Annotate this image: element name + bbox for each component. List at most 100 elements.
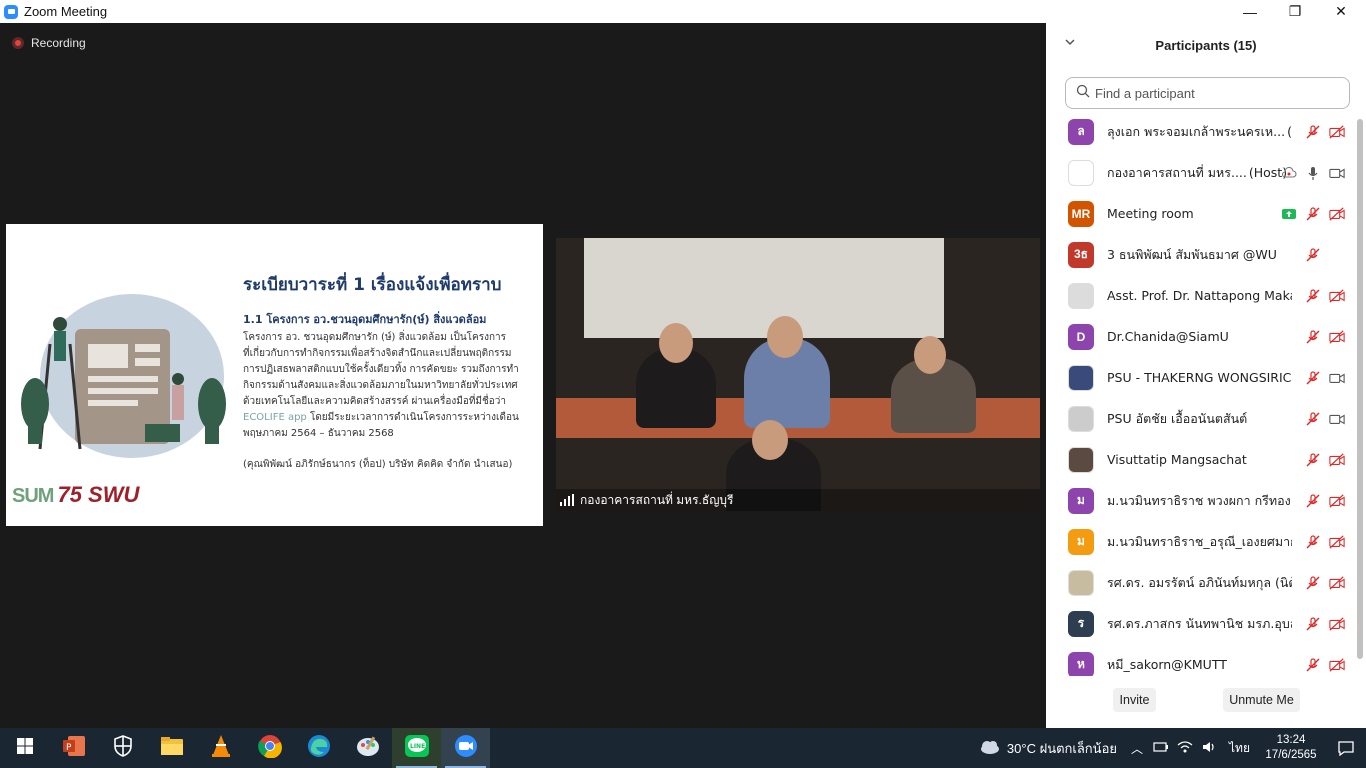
participant-name-text: PSU อัตชัย เอื้ออนันตสันต์ [1107, 410, 1248, 426]
participant-name: PSU อัตชัย เอื้ออนันตสันต์ [1107, 409, 1292, 429]
swu-logo: 75 SWU [57, 482, 140, 507]
participants-title: Participants (15) [1155, 38, 1257, 53]
mic-muted-icon [1305, 493, 1321, 509]
participant-row[interactable]: Visuttatip Mangsachat [1046, 439, 1353, 480]
participant-avatar: 3ธ [1068, 241, 1094, 268]
battery-icon[interactable] [1153, 741, 1169, 756]
share-screen-icon [1281, 206, 1297, 222]
zoom-app-icon [4, 4, 18, 19]
chevron-up-icon[interactable]: ︿ [1131, 740, 1143, 757]
taskbar-paint-button[interactable] [343, 728, 392, 768]
network-icon[interactable] [1177, 740, 1193, 757]
participant-name: รศ.ดร.ภาสกร นันทพานิช มรภ.อุบลร... [1107, 614, 1292, 634]
slide-subtitle: 1.1 โครงการ อว.ชวนอุดมศึกษารัก(ษ์) สิ่งแ… [243, 313, 487, 326]
taskbar-edge-button[interactable] [294, 728, 343, 768]
participant-row[interactable]: รศ.ดร. อมรรัตน์ อภินันท์มหกุล (นิด้า) [1046, 562, 1353, 603]
participant-video[interactable]: กองอาคารสถานที่ มหร.ธัญบุรี [556, 238, 1040, 511]
notification-icon[interactable] [1326, 740, 1366, 756]
participant-status-icons [1305, 603, 1345, 644]
cloud-icon [1281, 165, 1297, 181]
slide-body-line: ที่เกี่ยวกับการทำกิจกรรมเพื่อสร้างจิตสำน… [243, 348, 512, 359]
volume-icon[interactable] [1201, 740, 1217, 757]
participant-list-scrollbar[interactable] [1357, 119, 1363, 659]
taskbar-line-button[interactable]: LINE [392, 728, 441, 768]
clock[interactable]: 13:24 17/6/2565 [1256, 733, 1326, 763]
slide-body-line: กิจกรรมด้านสังคมและสิ่งแวดล้อมภายในมหาวิ… [243, 380, 518, 391]
participant-row[interactable]: ร รศ.ดร.ภาสกร นันทพานิช มรภ.อุบลร... [1046, 603, 1353, 644]
weather-text[interactable]: 30°C ฝนตกเล็กน้อย [1007, 738, 1117, 759]
participant-name: PSU - THAKERNG WONGSIRIC... [1107, 370, 1292, 385]
participant-name-text: 3 ธนพิพัฒน์ สัมพันธมาศ @WU [1107, 246, 1277, 262]
participant-name-text: หมี_sakorn@KMUTT [1107, 656, 1227, 672]
participant-status-icons [1281, 152, 1345, 193]
line-icon: LINE [404, 734, 430, 763]
participant-row[interactable]: Asst. Prof. Dr. Nattapong Maka... [1046, 275, 1353, 316]
participant-avatar: ล [1068, 118, 1094, 145]
slide-body-line: โครงการ อว. ชวนอุดมศึกษารัก (ษ์) สิ่งแวด… [243, 332, 507, 343]
mic-muted-icon [1305, 452, 1321, 468]
invite-button[interactable]: Invite [1113, 688, 1156, 712]
mic-muted-icon [1305, 411, 1321, 427]
participant-name: ม.นวมินทราธิราช_อรุณี_เองยศมาก [1107, 532, 1292, 552]
maximize-button[interactable]: ❐ [1272, 0, 1318, 23]
participant-row[interactable]: D Dr.Chanida@SiamU [1046, 316, 1353, 357]
taskbar-file-explorer-button[interactable] [147, 728, 196, 768]
participant-avatar: D [1068, 323, 1094, 350]
participant-status-icons [1305, 562, 1345, 603]
participant-name-text: ลุงเอก พระจอมเกล้าพระนครเห... [1107, 123, 1286, 139]
participant-row[interactable]: ล ลุงเอก พระจอมเกล้าพระนครเห...(Me) [1046, 111, 1353, 152]
chrome-icon [257, 734, 282, 763]
taskbar-chrome-button[interactable] [245, 728, 294, 768]
participant-name: หมี_sakorn@KMUTT [1107, 655, 1292, 675]
participant-avatar: ม [1068, 528, 1094, 555]
minimize-button[interactable]: — [1227, 0, 1273, 23]
participant-row[interactable]: PSU - THAKERNG WONGSIRIC... [1046, 357, 1353, 398]
participant-row[interactable]: MR Meeting room [1046, 193, 1353, 234]
participant-name-text: Dr.Chanida@SiamU [1107, 329, 1229, 344]
participant-row[interactable]: 3ธ 3 ธนพิพัฒน์ สัมพันธมาศ @WU [1046, 234, 1353, 275]
start-icon [16, 737, 34, 760]
mic-muted-icon [1305, 370, 1321, 386]
participant-search-box[interactable] [1065, 77, 1350, 109]
slide-body-line: ECOLIFE app โดยมีระยะเวลาการดำเนินโครงกา… [243, 410, 533, 426]
paint-icon [356, 734, 380, 763]
taskbar-start-button[interactable] [0, 728, 49, 768]
chevron-down-icon[interactable] [1064, 36, 1076, 51]
participant-name: 3 ธนพิพัฒน์ สัมพันธมาศ @WU [1107, 245, 1292, 265]
unmute-me-button[interactable]: Unmute Me [1223, 688, 1300, 712]
participant-status-icons [1305, 480, 1345, 521]
participant-name: Dr.Chanida@SiamU [1107, 329, 1292, 344]
participant-row[interactable]: ม ม.นวมินทราธิราช พวงผกา กรีทอง [1046, 480, 1353, 521]
video-off-icon [1329, 206, 1345, 222]
participant-name: Visuttatip Mangsachat [1107, 452, 1292, 467]
participant-avatar [1068, 446, 1094, 473]
signal-strength-icon [560, 494, 574, 506]
recording-label: Recording [31, 36, 86, 50]
slide-body-line: พฤษภาคม 2564 – ธันวาคม 2568 [243, 428, 394, 439]
weather-icon[interactable] [979, 739, 1001, 758]
participant-row[interactable]: ม ม.นวมินทราธิราช_อรุณี_เองยศมาก [1046, 521, 1353, 562]
close-button[interactable]: ✕ [1318, 0, 1364, 23]
search-input[interactable] [1095, 85, 1335, 101]
vlc-icon [210, 734, 232, 763]
taskbar-security-button[interactable] [98, 728, 147, 768]
participant-name: กองอาคารสถานที่ มหร.... (Host) [1107, 163, 1292, 183]
participant-name: ลุงเอก พระจอมเกล้าพระนครเห...(Me) [1107, 122, 1292, 142]
taskbar-powerpoint-button[interactable]: P [49, 728, 98, 768]
participant-row[interactable]: ห หมี_sakorn@KMUTT [1046, 644, 1353, 676]
taskbar-zoom-button[interactable] [441, 728, 490, 768]
video-off-icon [1329, 124, 1345, 140]
svg-text:LINE: LINE [410, 743, 425, 750]
participant-row[interactable]: PSU อัตชัย เอื้ออนันตสันต์ [1046, 398, 1353, 439]
recording-indicator[interactable]: Recording [12, 36, 86, 50]
taskbar-apps: P LINE [0, 728, 490, 768]
participant-name-text: รศ.ดร. อมรรัตน์ อภินันท์มหกุล (นิด้า) [1107, 574, 1292, 590]
participant-row[interactable]: กองอาคารสถานที่ มหร.... (Host) [1046, 152, 1353, 193]
ecolife-app-text: ECOLIFE app [243, 412, 307, 423]
window-titlebar: Zoom Meeting — ❐ ✕ [0, 0, 1366, 23]
taskbar-vlc-button[interactable] [196, 728, 245, 768]
windows-taskbar: P LINE 30°C ฝนตกเล็กน้อย ︿ ไทย 13:24 17/6… [0, 728, 1366, 768]
participant-name-text: รศ.ดร.ภาสกร นันทพานิช มรภ.อุบลร... [1107, 615, 1292, 631]
language-indicator[interactable]: ไทย [1229, 739, 1250, 758]
video-off-icon [1329, 575, 1345, 591]
